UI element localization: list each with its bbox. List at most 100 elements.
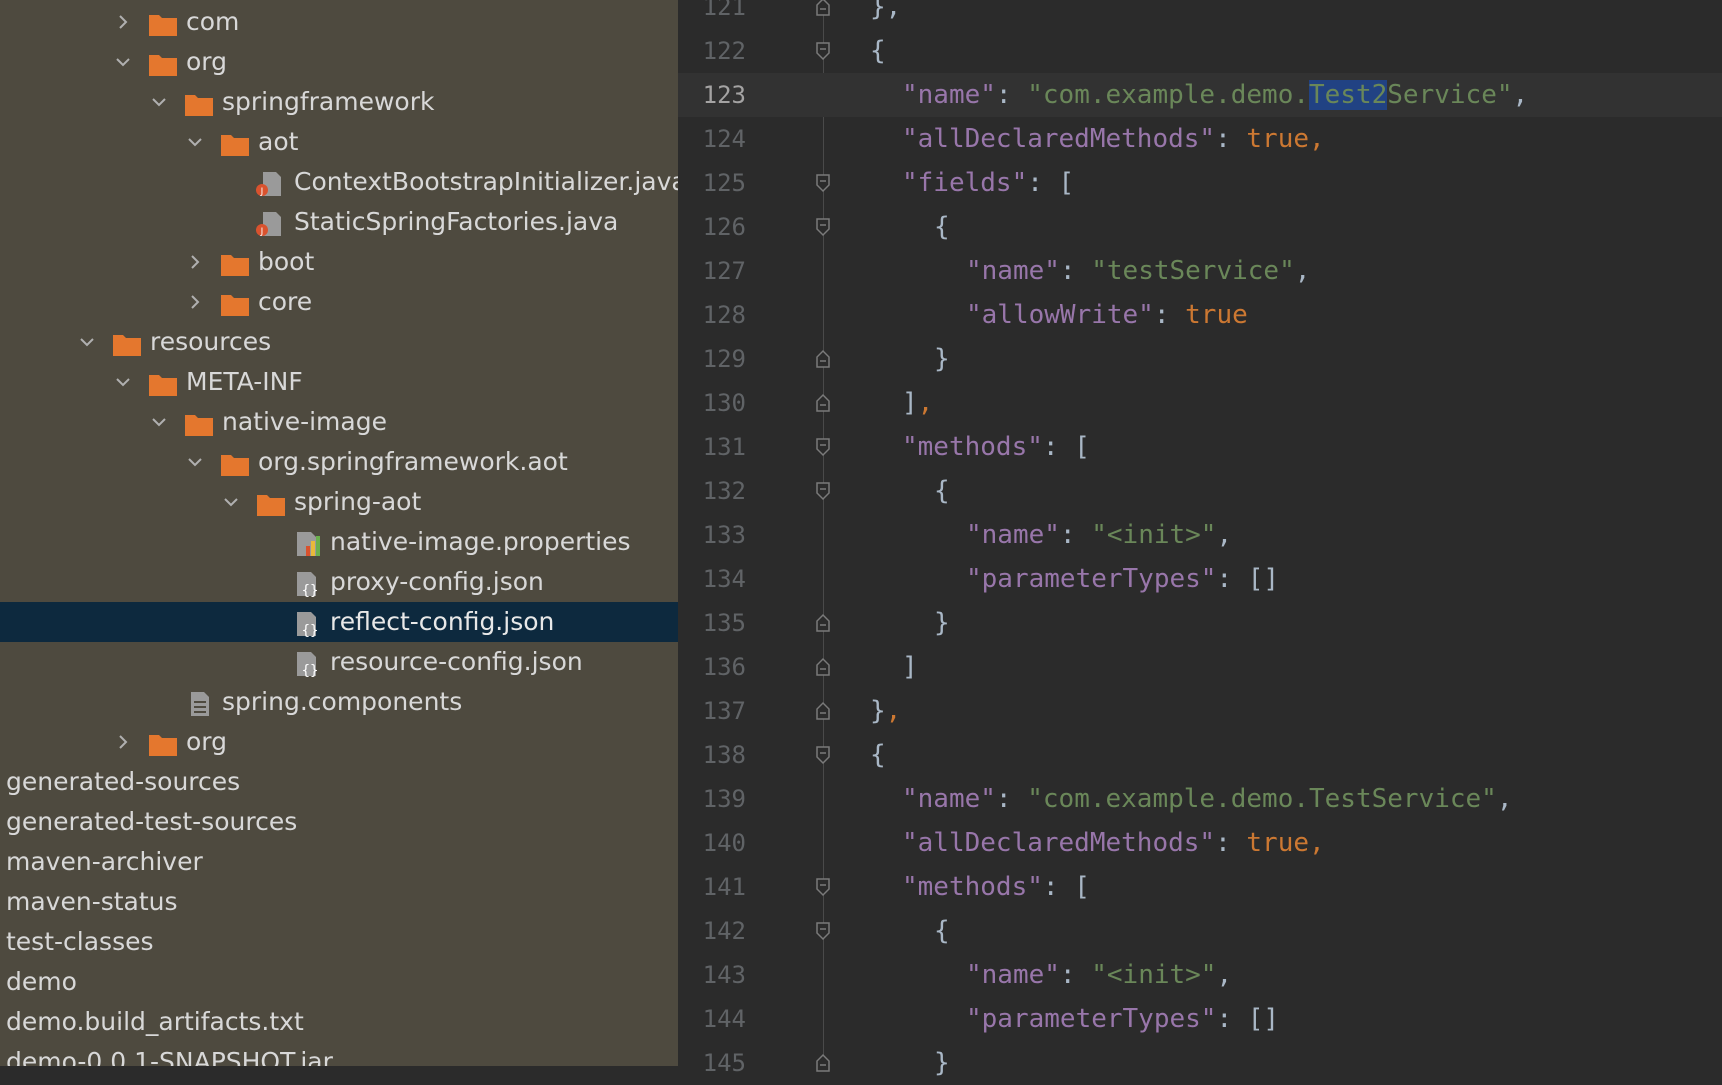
tree-item-spring-components[interactable]: spring.components <box>0 682 678 722</box>
fold-end-icon[interactable] <box>815 393 831 413</box>
code-line[interactable]: 133 "name": "<init>", <box>678 513 1722 557</box>
code-line[interactable]: 128 "allowWrite": true <box>678 293 1722 337</box>
code-line[interactable]: 145} <box>678 1041 1722 1085</box>
tree-item-resources[interactable]: resources <box>0 322 678 362</box>
tree-item-org-2[interactable]: org <box>0 722 678 762</box>
tree-item-aot[interactable]: aot <box>0 122 678 162</box>
code-text[interactable]: "name": "<init>", <box>966 953 1232 997</box>
fold-collapse-icon[interactable] <box>815 877 831 897</box>
tree-item-core[interactable]: core <box>0 282 678 322</box>
tree-item-reflect-config[interactable]: {} reflect-config.json <box>0 602 678 642</box>
tree-item-generated-test-sources[interactable]: generated-test-sources <box>0 802 678 842</box>
tree-item-maven-status[interactable]: maven-status <box>0 882 678 922</box>
code-text[interactable]: } <box>934 1041 950 1085</box>
code-text[interactable]: } <box>934 601 950 645</box>
fold-end-icon[interactable] <box>815 701 831 721</box>
chevron-right-icon[interactable] <box>186 293 204 311</box>
code-line[interactable]: 141 "methods": [ <box>678 865 1722 909</box>
fold-collapse-icon[interactable] <box>815 481 831 501</box>
chevron-down-icon[interactable] <box>150 413 168 431</box>
code-text[interactable]: "parameterTypes": [] <box>966 557 1279 601</box>
code-line[interactable]: 129} <box>678 337 1722 381</box>
code-line[interactable]: 124 "allDeclaredMethods": true, <box>678 117 1722 161</box>
tree-item-spring-aot[interactable]: spring-aot <box>0 482 678 522</box>
line-number[interactable]: 132 <box>678 469 746 513</box>
fold-end-icon[interactable] <box>815 349 831 369</box>
code-line[interactable]: 123 "name": "com.example.demo.Test2Servic… <box>678 73 1722 117</box>
tree-item-proxy-config[interactable]: {} proxy-config.json <box>0 562 678 602</box>
code-text[interactable]: "allDeclaredMethods": true, <box>902 117 1325 161</box>
tree-item-springframework[interactable]: springframework <box>0 82 678 122</box>
code-text[interactable]: ] <box>902 645 918 689</box>
code-text[interactable]: "allDeclaredMethods": true, <box>902 821 1325 865</box>
line-number[interactable]: 143 <box>678 953 746 997</box>
fold-end-icon[interactable] <box>815 1053 831 1073</box>
code-text[interactable]: }, <box>870 0 901 29</box>
code-line[interactable]: 143 "name": "<init>", <box>678 953 1722 997</box>
line-number[interactable]: 140 <box>678 821 746 865</box>
code-text[interactable]: } <box>934 337 950 381</box>
fold-end-icon[interactable] <box>815 657 831 677</box>
tree-item-static-spring-factories[interactable]: J StaticSpringFactories.java <box>0 202 678 242</box>
tree-item-maven-archiver[interactable]: maven-archiver <box>0 842 678 882</box>
code-text[interactable]: { <box>934 469 950 513</box>
chevron-down-icon[interactable] <box>150 93 168 111</box>
line-number[interactable]: 137 <box>678 689 746 733</box>
line-number[interactable]: 130 <box>678 381 746 425</box>
tree-item-boot[interactable]: boot <box>0 242 678 282</box>
line-number[interactable]: 141 <box>678 865 746 909</box>
code-line[interactable]: 138 { <box>678 733 1722 777</box>
fold-end-icon[interactable] <box>815 0 831 17</box>
line-number[interactable]: 135 <box>678 601 746 645</box>
code-line[interactable]: 122 { <box>678 29 1722 73</box>
line-number[interactable]: 134 <box>678 557 746 601</box>
code-line[interactable]: 144 "parameterTypes": [] <box>678 997 1722 1041</box>
line-number[interactable]: 145 <box>678 1041 746 1085</box>
chevron-down-icon[interactable] <box>186 133 204 151</box>
code-text[interactable]: { <box>934 205 950 249</box>
fold-end-icon[interactable] <box>815 613 831 633</box>
tree-item-test-classes[interactable]: test-classes <box>0 922 678 962</box>
code-text[interactable]: { <box>870 29 886 73</box>
chevron-right-icon[interactable] <box>114 13 132 31</box>
chevron-right-icon[interactable] <box>186 253 204 271</box>
tree-item-native-image[interactable]: native-image <box>0 402 678 442</box>
code-text[interactable]: "name": "<init>", <box>966 513 1232 557</box>
tree-item-native-image-properties[interactable]: native-image.properties <box>0 522 678 562</box>
code-line[interactable]: 139 "name": "com.example.demo.TestService… <box>678 777 1722 821</box>
chevron-down-icon[interactable] <box>114 53 132 71</box>
line-number[interactable]: 138 <box>678 733 746 777</box>
fold-collapse-icon[interactable] <box>815 41 831 61</box>
code-line[interactable]: 134 "parameterTypes": [] <box>678 557 1722 601</box>
line-number[interactable]: 139 <box>678 777 746 821</box>
line-number[interactable]: 122 <box>678 29 746 73</box>
chevron-down-icon[interactable] <box>78 333 96 351</box>
tree-item-org[interactable]: org <box>0 42 678 82</box>
fold-collapse-icon[interactable] <box>815 217 831 237</box>
code-line[interactable]: 125 "fields": [ <box>678 161 1722 205</box>
code-line[interactable]: 121}, <box>678 0 1722 29</box>
code-text[interactable]: "allowWrite": true <box>966 293 1248 337</box>
code-line[interactable]: 137}, <box>678 689 1722 733</box>
chevron-right-icon[interactable] <box>114 733 132 751</box>
line-number[interactable]: 131 <box>678 425 746 469</box>
code-text[interactable]: "name": "com.example.demo.Test2Service", <box>902 73 1528 117</box>
line-number[interactable]: 123 <box>678 73 746 117</box>
code-line[interactable]: 127 "name": "testService", <box>678 249 1722 293</box>
line-number[interactable]: 142 <box>678 909 746 953</box>
line-number[interactable]: 121 <box>678 0 746 29</box>
fold-collapse-icon[interactable] <box>815 745 831 765</box>
tree-item-demo-snapshot-jar[interactable]: demo-0.0.1-SNAPSHOT.jar <box>0 1042 678 1066</box>
chevron-down-icon[interactable] <box>186 453 204 471</box>
chevron-down-icon[interactable] <box>222 493 240 511</box>
chevron-down-icon[interactable] <box>114 373 132 391</box>
line-number[interactable]: 127 <box>678 249 746 293</box>
fold-collapse-icon[interactable] <box>815 173 831 193</box>
tree-item-context-bootstrap-initializer[interactable]: J ContextBootstrapInitializer.java <box>0 162 678 202</box>
code-line[interactable]: 126 { <box>678 205 1722 249</box>
line-number[interactable]: 124 <box>678 117 746 161</box>
code-text[interactable]: "parameterTypes": [] <box>966 997 1279 1041</box>
line-number[interactable]: 133 <box>678 513 746 557</box>
tree-item-demo-build-artifacts[interactable]: demo.build_artifacts.txt <box>0 1002 678 1042</box>
fold-collapse-icon[interactable] <box>815 437 831 457</box>
